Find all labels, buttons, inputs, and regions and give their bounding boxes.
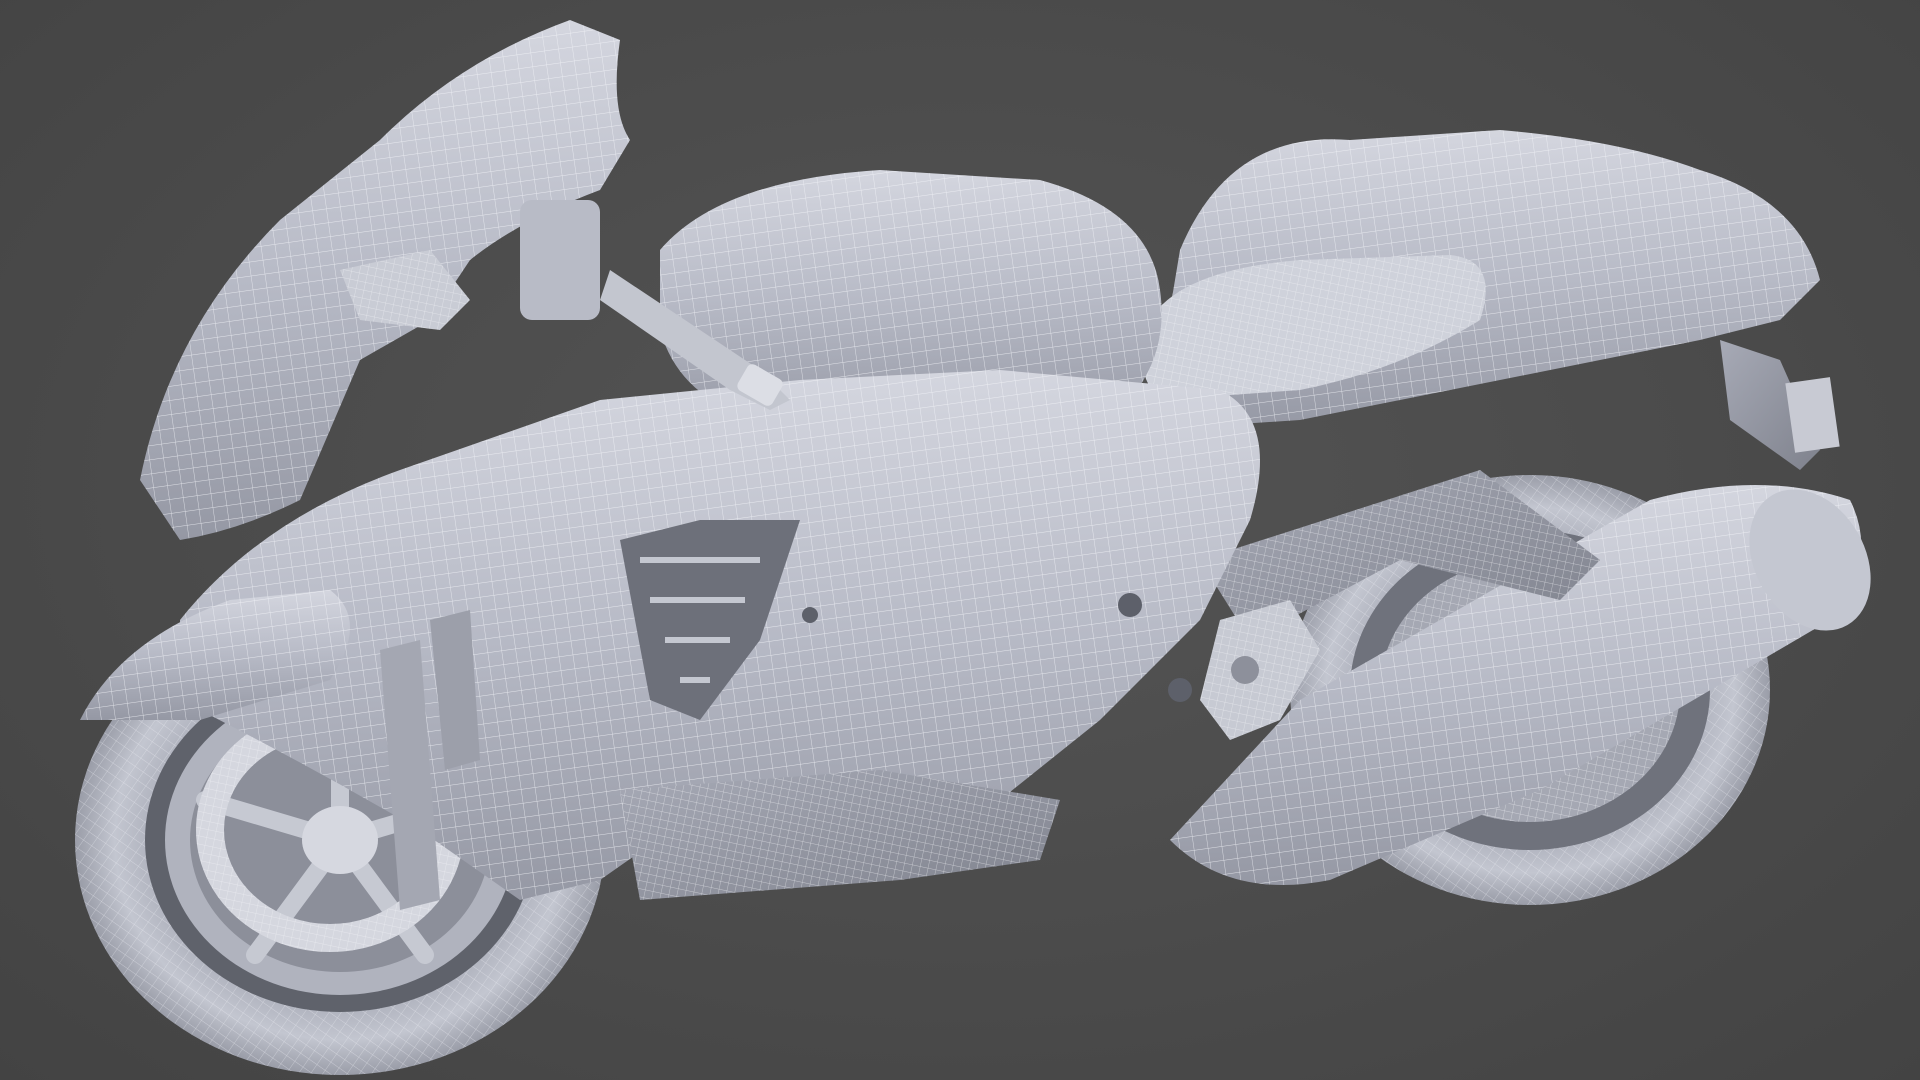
render-viewport — [0, 0, 1920, 1080]
motorcycle-model — [75, 20, 1871, 1075]
